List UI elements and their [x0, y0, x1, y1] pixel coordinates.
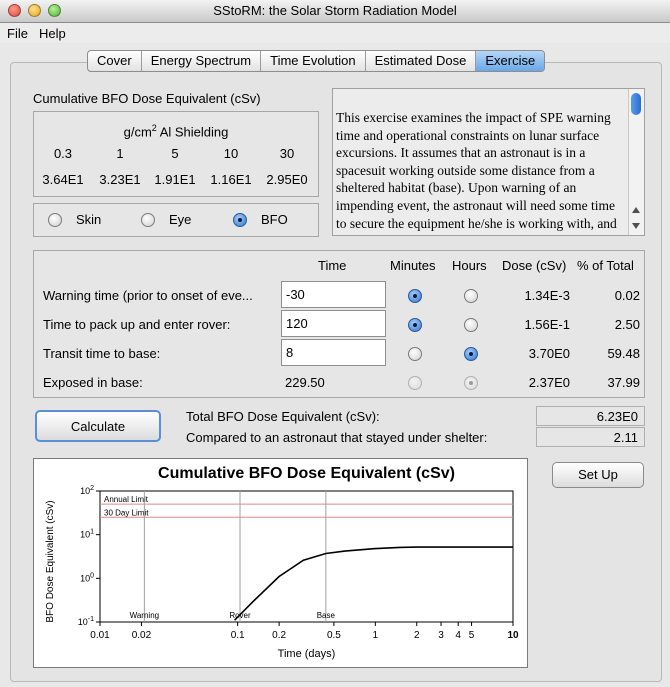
menu-file[interactable]: File	[7, 26, 28, 41]
compare-label: Compared to an astronaut that stayed und…	[186, 430, 488, 445]
row-label-pack-up: Time to pack up and enter rover:	[43, 317, 231, 332]
header-percent: % of Total	[577, 258, 634, 273]
tab-bar: Cover Energy Spectrum Time Evolution Est…	[87, 50, 546, 72]
x-tick-label-9: 5	[469, 630, 475, 641]
scroll-down-arrow[interactable]	[632, 223, 640, 229]
pack-up-hours-radio[interactable]	[464, 318, 478, 332]
thickness-10: 10	[223, 146, 239, 161]
dose-10: 1.16E1	[210, 172, 252, 187]
tab-estimated-dose[interactable]: Estimated Dose	[366, 51, 477, 71]
thickness-0-3: 0.3	[53, 146, 73, 161]
header-minutes: Minutes	[390, 258, 436, 273]
scrollbar-thumb[interactable]	[631, 93, 641, 115]
tab-exercise[interactable]: Exercise	[476, 51, 545, 71]
warning-time-input[interactable]	[281, 281, 386, 308]
y-tick-label-3: 102	[80, 485, 94, 496]
compare-value: 2.11	[536, 427, 645, 447]
exposed-minutes-radio	[408, 376, 422, 390]
pack-up-time-input[interactable]	[281, 310, 386, 337]
header-hours: Hours	[452, 258, 487, 273]
shielding-section-title: Cumulative BFO Dose Equivalent (cSv)	[33, 91, 261, 106]
transit-time-input[interactable]	[281, 339, 386, 366]
x-tick-label-2: 0.1	[231, 630, 245, 641]
shielding-header: g/cm2 Al Shielding	[33, 123, 319, 139]
skin-label: Skin	[76, 212, 102, 227]
dose-series-line-0	[234, 546, 513, 621]
pack-up-percent: 2.50	[614, 317, 640, 332]
bfo-label: BFO	[261, 212, 288, 227]
x-tick-label-6: 2	[414, 630, 420, 641]
thickness-1: 1	[116, 146, 124, 161]
description-box[interactable]: This exercise examines the impact of SPE…	[332, 88, 645, 236]
transit-minutes-radio[interactable]	[408, 347, 422, 361]
x-tick-label-1: 0.02	[132, 630, 152, 641]
tab-cover[interactable]: Cover	[88, 51, 142, 71]
header-dose: Dose (cSv)	[502, 258, 567, 273]
x-tick-label-8: 4	[455, 630, 461, 641]
x-tick-label-7: 3	[438, 630, 444, 641]
exposed-hours-radio	[464, 376, 478, 390]
exposed-percent: 37.99	[607, 375, 640, 390]
description-text: This exercise examines the impact of SPE…	[336, 110, 617, 235]
bfo-radio[interactable]	[233, 213, 247, 227]
row-label-exposed: Exposed in base:	[43, 375, 143, 390]
shielding-header-units: g/cm	[123, 124, 152, 140]
x-axis-label: Time (days)	[278, 648, 336, 660]
exposed-time-value: 229.50	[285, 375, 325, 390]
event-label-2: Base	[317, 611, 336, 620]
exposed-dose: 2.37E0	[528, 375, 570, 390]
transit-percent: 59.48	[607, 346, 640, 361]
thickness-30: 30	[279, 146, 295, 161]
header-time: Time	[318, 258, 347, 273]
menu-bar	[0, 23, 670, 43]
event-label-0: Warning	[130, 611, 160, 620]
warning-hours-radio[interactable]	[464, 289, 478, 303]
limit-label-0: Annual Limit	[104, 495, 149, 504]
transit-dose: 3.70E0	[528, 346, 570, 361]
dose-1: 3.23E1	[99, 172, 141, 187]
y-tick-label-1: 100	[80, 572, 94, 583]
x-tick-label-0: 0.01	[90, 630, 110, 641]
calculate-button[interactable]: Calculate	[35, 410, 161, 442]
description-scrollbar[interactable]	[628, 89, 644, 235]
x-tick-label-3: 0.2	[272, 630, 286, 641]
shielding-header-label: Al Shielding	[156, 124, 229, 140]
eye-label: Eye	[169, 212, 192, 227]
plot-area	[99, 490, 514, 623]
limit-label-1: 30 Day Limit	[104, 508, 149, 517]
thickness-5: 5	[171, 146, 179, 161]
window-title: SStoRM: the Solar Storm Radiation Model	[213, 3, 457, 18]
y-tick-label-2: 101	[80, 529, 94, 540]
pack-up-minutes-radio[interactable]	[408, 318, 422, 332]
x-tick-label-10: 10	[507, 630, 519, 641]
menu-help[interactable]: Help	[39, 26, 66, 41]
y-axis-label: BFO Dose Equivalent (cSv)	[45, 500, 56, 622]
row-label-warning-time: Warning time (prior to onset of eve...	[43, 288, 253, 303]
dose-30: 2.95E0	[266, 172, 308, 187]
chart-title: Cumulative BFO Dose Equivalent (cSv)	[158, 465, 455, 482]
setup-button[interactable]: Set Up	[552, 462, 644, 488]
y-tick-label-0: 10-1	[78, 616, 94, 627]
warning-minutes-radio[interactable]	[408, 289, 422, 303]
warning-dose: 1.34E-3	[524, 288, 570, 303]
dose-chart: Cumulative BFO Dose Equivalent (cSv) Annu…	[45, 465, 519, 660]
tab-energy-spectrum[interactable]: Energy Spectrum	[142, 51, 262, 71]
skin-radio[interactable]	[48, 213, 62, 227]
x-tick-label-5: 1	[373, 630, 379, 641]
dose-0-3: 3.64E1	[42, 172, 84, 187]
warning-percent: 0.02	[614, 288, 640, 303]
total-dose-label: Total BFO Dose Equivalent (cSv):	[186, 409, 380, 424]
total-dose-value: 6.23E0	[536, 406, 645, 426]
tab-time-evolution[interactable]: Time Evolution	[261, 51, 366, 71]
pack-up-dose: 1.56E-1	[524, 317, 570, 332]
row-label-transit: Transit time to base:	[43, 346, 161, 361]
eye-radio[interactable]	[141, 213, 155, 227]
scroll-up-arrow[interactable]	[632, 207, 640, 213]
x-tick-label-4: 0.5	[327, 630, 341, 641]
dose-5: 1.91E1	[154, 172, 196, 187]
transit-hours-radio[interactable]	[464, 347, 478, 361]
